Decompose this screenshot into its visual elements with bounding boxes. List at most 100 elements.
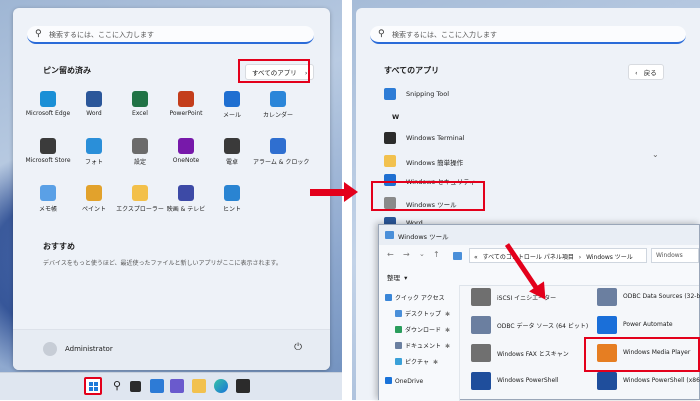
avatar[interactable] xyxy=(43,342,57,356)
windows-tools-icon xyxy=(385,231,394,239)
powershell-icon xyxy=(597,372,617,390)
breadcrumb-windows-tools[interactable]: Windows ツール xyxy=(586,254,633,261)
pinned-app-8[interactable]: フォト xyxy=(69,138,119,166)
nav-item-label: OneDrive xyxy=(395,378,424,385)
search-input[interactable]: ⚲ 検索するには、ここに入力します xyxy=(370,26,686,44)
file-item-label: Windows PowerShell (x86) xyxy=(623,377,700,384)
pinned-app-13[interactable]: メモ帳 xyxy=(23,185,73,213)
pinned-app-7[interactable]: Microsoft Store xyxy=(23,138,73,164)
file-item-label: Windows PowerShell xyxy=(497,377,559,384)
pin-icon: ✱ xyxy=(445,327,451,334)
app-list-label: Snipping Tool xyxy=(406,90,450,98)
search-input[interactable]: ⚲ 検索するには、ここに入力します xyxy=(27,26,314,44)
user-name[interactable]: Administrator xyxy=(65,345,113,353)
fax-icon xyxy=(471,344,491,362)
up-arrow-icon[interactable]: ↑ xyxy=(433,250,440,259)
paint-icon xyxy=(86,185,102,201)
forward-arrow-icon[interactable]: → xyxy=(403,250,410,259)
start-button[interactable] xyxy=(84,377,102,395)
word-icon xyxy=(86,91,102,107)
sort-label: 整理 xyxy=(387,274,400,282)
excel-icon xyxy=(132,91,148,107)
all-apps-title: すべてのアプリ xyxy=(384,66,440,75)
alarm-clock-icon xyxy=(270,138,286,154)
edge-icon[interactable] xyxy=(214,379,228,393)
folder-icon[interactable] xyxy=(192,379,206,393)
nav-item[interactable]: クイック アクセス xyxy=(385,293,445,302)
power-automate-icon xyxy=(597,316,617,334)
arrow-shaft-right xyxy=(310,189,346,196)
pinned-app-12[interactable]: アラーム & クロック xyxy=(253,138,310,166)
store-icon[interactable] xyxy=(236,379,250,393)
search-icon: ⚲ xyxy=(378,29,385,39)
folder-icon xyxy=(395,310,402,317)
search-icon: ⚲ xyxy=(35,29,42,39)
breadcrumb-control-panel[interactable]: すべてのコントロール パネル項目 xyxy=(483,254,574,261)
nav-item[interactable]: デスクトップ ✱ xyxy=(395,309,450,318)
store-icon xyxy=(40,138,56,154)
windows-tools-explorer: Windows ツール ← → ⌄ ↑ « すべてのコントロール パネル項目 ›… xyxy=(378,224,700,401)
back-button[interactable]: ‹ 戻る xyxy=(628,64,664,80)
pinned-app-2[interactable]: Word xyxy=(69,91,119,117)
folder-icon xyxy=(395,358,402,365)
chevron-down-icon[interactable]: ⌄ xyxy=(652,150,659,159)
pinned-app-15[interactable]: エクスプローラー xyxy=(115,185,165,213)
nav-item[interactable]: ピクチャ ✱ xyxy=(395,357,438,366)
pinned-app-5[interactable]: メール xyxy=(207,91,257,119)
pinned-app-17[interactable]: ヒント xyxy=(207,185,257,213)
pinned-app-label: 電卓 xyxy=(225,159,238,166)
recommended-title: おすすめ xyxy=(43,242,75,251)
breadcrumb-separator: › xyxy=(578,254,582,261)
pinned-app-16[interactable]: 映画 & テレビ xyxy=(161,185,211,213)
photos-icon xyxy=(86,138,102,154)
back-arrow-icon[interactable]: ← xyxy=(387,250,394,259)
pinned-app-1[interactable]: Microsoft Edge xyxy=(23,91,73,117)
mail-icon xyxy=(224,91,240,107)
file-item-label: ODBC データ ソース (64 ビット) xyxy=(497,323,589,330)
explorer-title-bar: Windows ツール xyxy=(379,225,699,245)
address-bar[interactable]: « すべてのコントロール パネル項目 › Windows ツール xyxy=(469,248,647,263)
pinned-app-10[interactable]: OneNote xyxy=(161,138,211,164)
pinned-app-label: アラーム & クロック xyxy=(253,159,310,166)
explorer-search-placeholder: Windows xyxy=(656,252,683,259)
search-icon[interactable]: ⚲ xyxy=(110,379,124,393)
task-view-icon[interactable] xyxy=(130,381,141,392)
breadcrumb-overflow[interactable]: « xyxy=(474,254,478,261)
settings-icon xyxy=(132,138,148,154)
widgets-icon[interactable] xyxy=(150,379,164,393)
nav-item[interactable]: OneDrive xyxy=(385,377,423,385)
pinned-app-label: メモ帳 xyxy=(38,206,57,213)
pinned-app-label: フォト xyxy=(84,159,103,166)
chevron-down-icon: ▾ xyxy=(404,274,408,282)
pinned-app-label: ヒント xyxy=(222,206,241,213)
explorer-search-input[interactable]: Windows xyxy=(651,248,699,263)
chevron-down-icon[interactable]: ⌄ xyxy=(419,250,425,258)
folder-icon xyxy=(395,342,402,349)
pinned-app-14[interactable]: ペイント xyxy=(69,185,119,213)
sort-button[interactable]: 整理 ▾ xyxy=(387,272,407,282)
powershell-icon xyxy=(471,372,491,390)
pinned-app-6[interactable]: カレンダー xyxy=(253,91,303,119)
pinned-app-4[interactable]: PowerPoint xyxy=(161,91,211,117)
pinned-app-9[interactable]: 設定 xyxy=(115,138,165,166)
chat-icon[interactable] xyxy=(170,379,184,393)
arrow-right-icon xyxy=(344,182,358,202)
taskbar: ⚲ xyxy=(0,372,342,400)
pinned-app-label: カレンダー xyxy=(262,112,293,119)
folder-icon xyxy=(384,155,396,167)
pinned-app-label: ペイント xyxy=(81,206,106,213)
nav-item[interactable]: ドキュメント ✱ xyxy=(395,341,450,350)
pinned-app-label: 設定 xyxy=(133,159,146,166)
pinned-app-3[interactable]: Excel xyxy=(115,91,165,117)
pinned-app-11[interactable]: 電卓 xyxy=(207,138,257,166)
nav-item-label: ピクチャ xyxy=(405,359,429,366)
pinned-app-label: Microsoft Edge xyxy=(25,110,71,117)
power-icon[interactable]: ⏻ xyxy=(294,342,302,353)
pinned-app-label: エクスプローラー xyxy=(116,206,164,213)
app-list-label: W xyxy=(392,113,400,121)
nav-item[interactable]: ダウンロード ✱ xyxy=(395,325,450,334)
nav-item-label: デスクトップ xyxy=(405,311,442,318)
recommended-text: デバイスをもっと使うほど、最近使ったファイルと新しいアプリがここに表示されます。 xyxy=(43,260,282,267)
terminal-icon xyxy=(384,132,396,144)
search-placeholder: 検索するには、ここに入力します xyxy=(392,31,497,39)
